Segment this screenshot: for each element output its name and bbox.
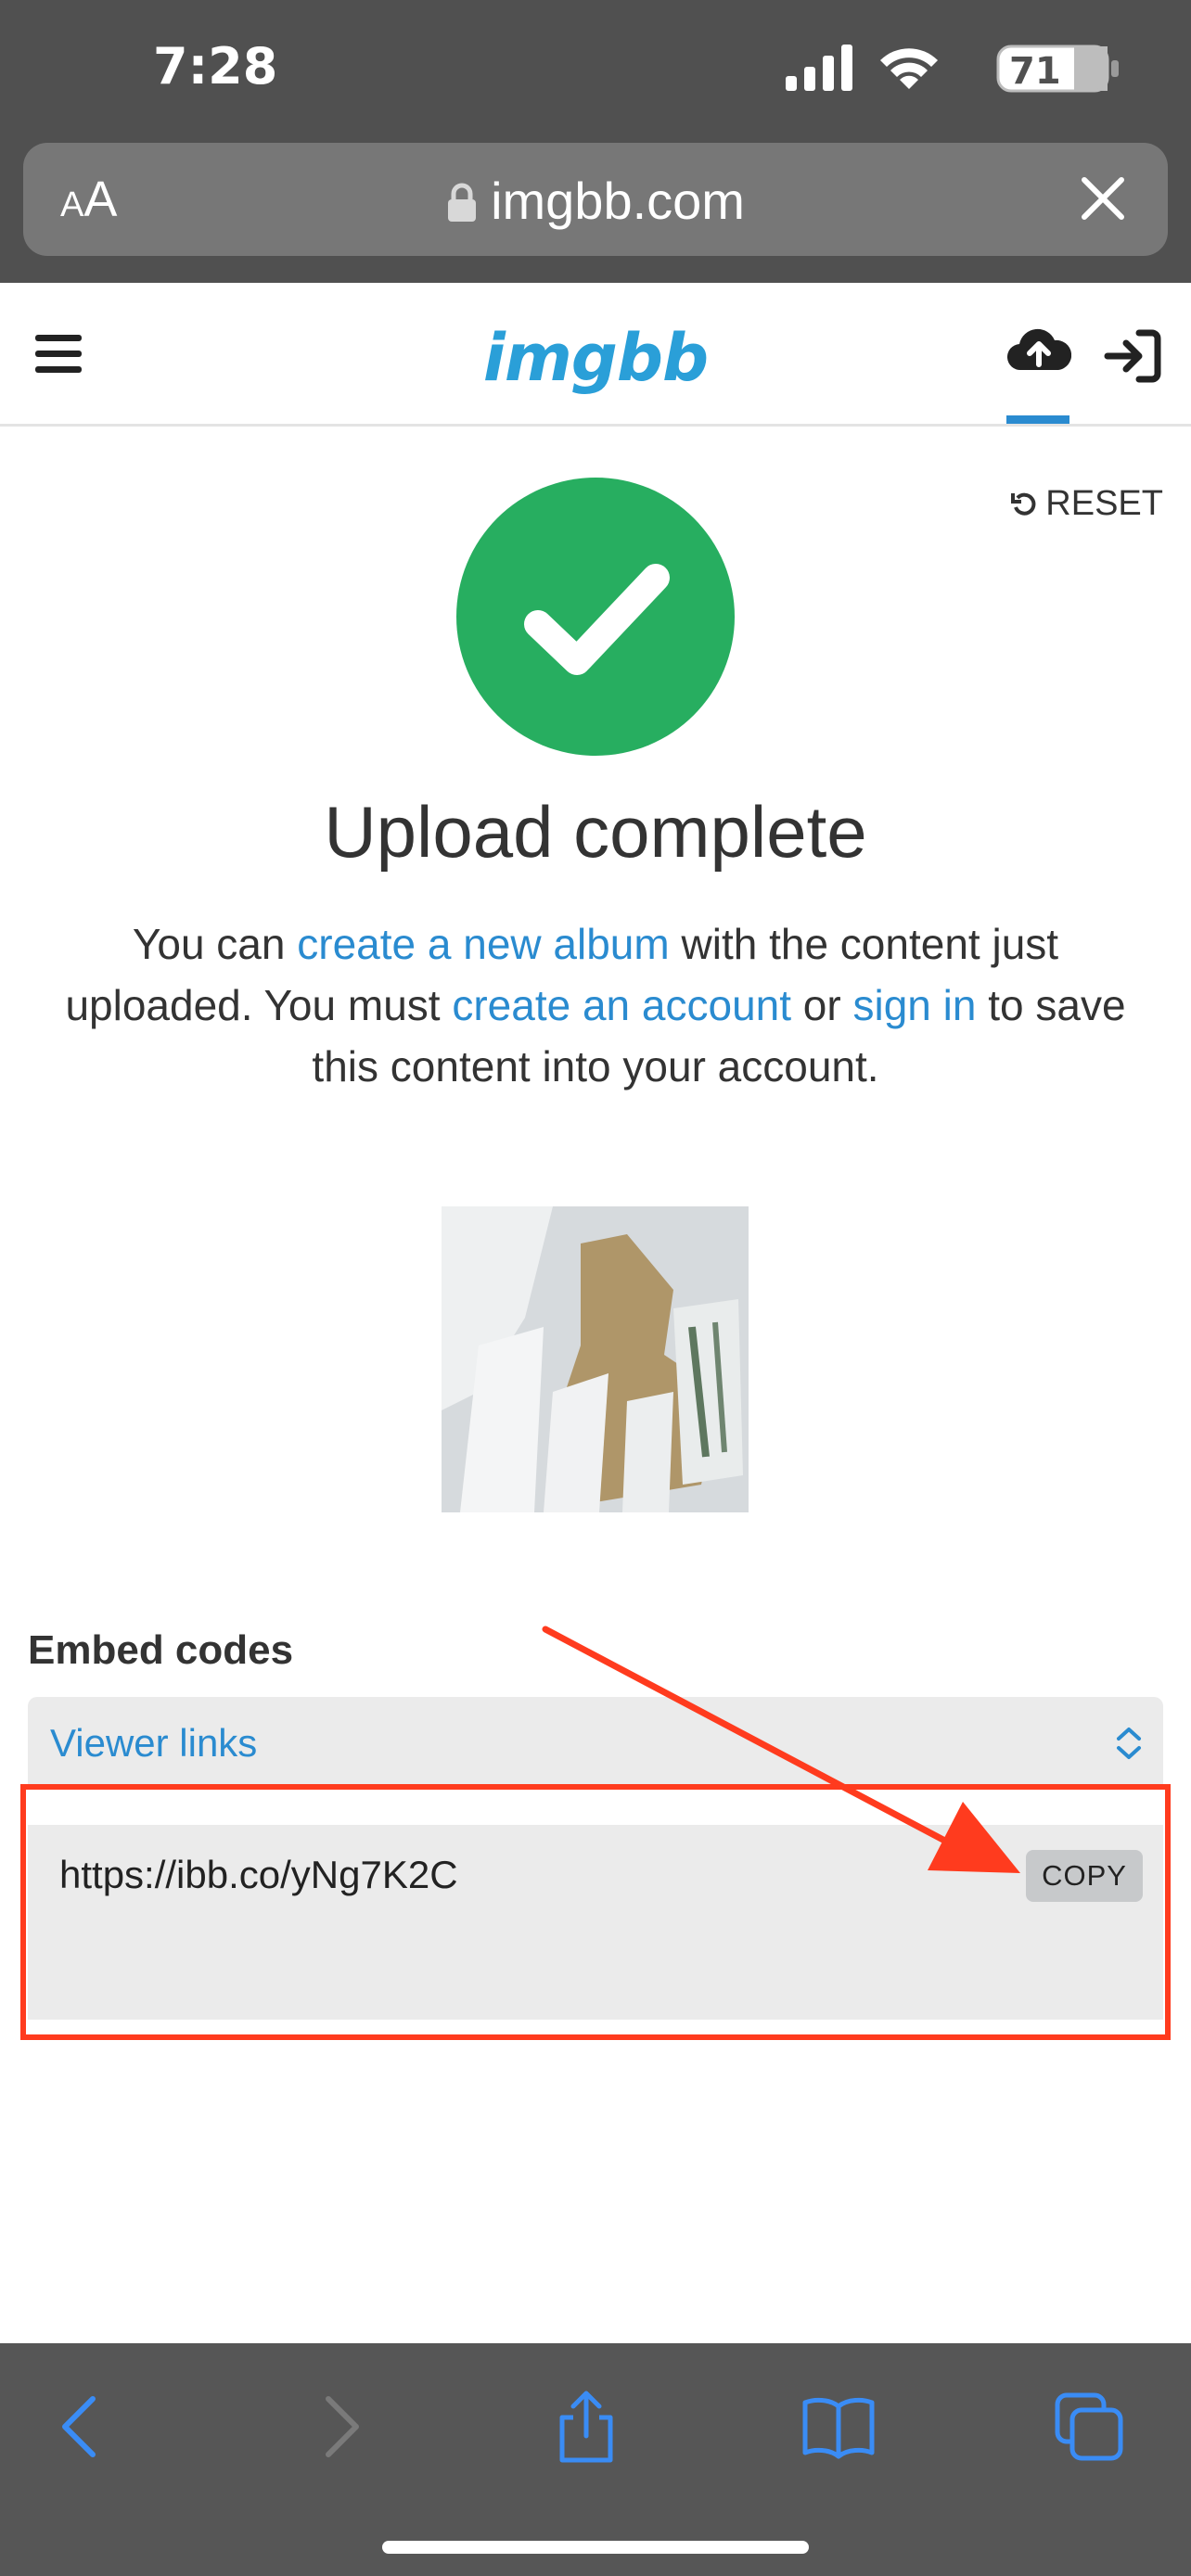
bookmarks-icon[interactable] — [801, 2390, 876, 2464]
wifi-icon — [880, 48, 938, 89]
upload-message: You can create a new album with the cont… — [46, 913, 1145, 1097]
address-bar[interactable]: AA imgbb.com — [23, 143, 1168, 256]
page-title: Upload complete — [324, 791, 867, 873]
sign-in-link[interactable]: sign in — [853, 981, 977, 1029]
status-time: 7:28 — [153, 37, 278, 96]
url-display[interactable]: imgbb.com — [23, 171, 1168, 231]
select-value: Viewer links — [50, 1721, 258, 1765]
message-text: You can — [132, 920, 298, 968]
create-album-link[interactable]: create a new album — [297, 920, 669, 968]
lock-icon — [448, 183, 477, 222]
back-icon[interactable] — [43, 2390, 117, 2464]
thumbnail-image — [442, 1206, 749, 1512]
close-icon[interactable] — [1075, 171, 1131, 226]
checkmark-icon — [524, 564, 670, 675]
status-bar: 7:28 71 — [0, 0, 1191, 139]
forward-icon[interactable] — [304, 2390, 378, 2464]
status-icons: 71 — [736, 45, 1126, 93]
annotation-arrow — [542, 1626, 1020, 1873]
active-underline — [1006, 415, 1069, 424]
home-indicator — [382, 2541, 809, 2554]
success-circle — [456, 478, 735, 756]
uploaded-image-thumbnail[interactable] — [442, 1206, 749, 1512]
battery-level: 71 — [1009, 50, 1061, 93]
upload-nav-button[interactable] — [1006, 322, 1077, 424]
browser-toolbar: AA imgbb.com — [0, 139, 1191, 283]
reset-icon — [1011, 492, 1036, 516]
url-text: imgbb.com — [491, 172, 745, 230]
chevron-updown-icon — [1117, 1728, 1141, 1759]
create-account-link[interactable]: create an account — [452, 981, 791, 1029]
battery-icon: 71 — [996, 45, 1126, 93]
reset-label: RESET — [1045, 484, 1163, 523]
reset-button[interactable]: RESET — [1010, 484, 1163, 524]
site-header: imgbb — [0, 283, 1191, 427]
share-icon[interactable] — [549, 2390, 623, 2464]
signal-icon — [786, 45, 852, 91]
embed-codes-label: Embed codes — [28, 1627, 294, 1673]
sign-in-icon[interactable] — [1104, 327, 1161, 385]
message-text: or — [791, 981, 853, 1029]
cloud-upload-icon — [1006, 328, 1071, 371]
tabs-icon[interactable] — [1052, 2390, 1126, 2464]
